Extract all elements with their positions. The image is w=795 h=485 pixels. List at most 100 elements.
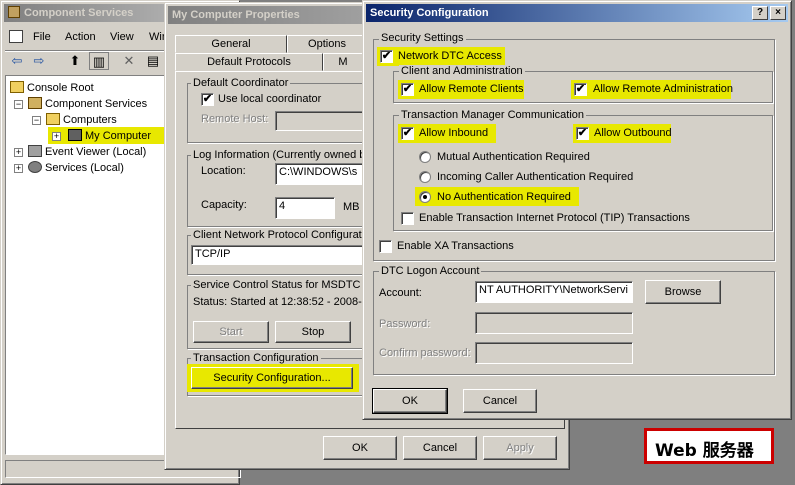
network-dtc-access-label: Network DTC Access bbox=[398, 50, 502, 62]
client-admin-label: Client and Administration bbox=[399, 65, 525, 77]
forward-arrow-icon[interactable]: ⇨ bbox=[29, 52, 49, 70]
tab-options[interactable]: Options bbox=[287, 35, 367, 53]
tree-label: Event Viewer (Local) bbox=[45, 146, 147, 158]
folder-icon bbox=[10, 81, 24, 93]
expand-icon[interactable]: + bbox=[14, 164, 23, 173]
props-cancel-button[interactable]: Cancel bbox=[403, 436, 477, 460]
tab-default-protocols[interactable]: Default Protocols bbox=[175, 53, 323, 71]
stop-button[interactable]: Stop bbox=[275, 321, 351, 343]
security-configuration-dialog: Security Configuration ? × Security Sett… bbox=[362, 0, 792, 420]
security-settings-label: Security Settings bbox=[379, 32, 466, 44]
password-field[interactable] bbox=[475, 312, 633, 334]
enable-tip-label: Enable Transaction Internet Protocol (TI… bbox=[419, 212, 690, 224]
props-title: My Computer Properties bbox=[172, 9, 300, 21]
incoming-caller-auth-radio[interactable] bbox=[419, 171, 431, 183]
use-local-coordinator-label: Use local coordinator bbox=[218, 93, 322, 105]
component-services-icon bbox=[28, 97, 42, 109]
security-title-bar[interactable]: Security Configuration ? × bbox=[366, 4, 788, 22]
console-icon[interactable] bbox=[9, 30, 23, 43]
open-folder-icon bbox=[46, 113, 60, 125]
client-network-label: Client Network Protocol Configurati bbox=[191, 229, 367, 241]
event-viewer-icon bbox=[28, 145, 42, 157]
tree-item-event-viewer[interactable]: Event Viewer (Local) bbox=[28, 145, 146, 159]
allow-remote-clients-label: Allow Remote Clients bbox=[419, 83, 524, 95]
web-server-callout: Web 服务器 bbox=[644, 428, 774, 464]
menu-file[interactable]: File bbox=[33, 31, 51, 43]
back-arrow-icon[interactable]: ⇦ bbox=[7, 52, 27, 70]
service-status-text: Status: Started at 12:38:52 - 2008-1 bbox=[193, 296, 368, 308]
capacity-unit-label: MB bbox=[343, 201, 360, 213]
close-icon[interactable]: × bbox=[770, 6, 786, 20]
allow-inbound-checkbox[interactable]: ✔ bbox=[401, 127, 414, 140]
allow-inbound-label: Allow Inbound bbox=[419, 127, 489, 139]
account-field[interactable]: NT AUTHORITY\NetworkServi bbox=[475, 281, 633, 303]
confirm-password-label: Confirm password: bbox=[379, 347, 471, 359]
tree-label: My Computer bbox=[85, 130, 152, 142]
up-folder-icon[interactable]: ⬆ bbox=[65, 52, 85, 70]
allow-remote-clients-checkbox[interactable]: ✔ bbox=[401, 83, 414, 96]
expand-icon[interactable]: + bbox=[14, 148, 23, 157]
no-auth-label: No Authentication Required bbox=[437, 191, 571, 203]
remote-host-label: Remote Host: bbox=[201, 113, 269, 125]
tree-item-services[interactable]: Services (Local) bbox=[28, 161, 124, 175]
capacity-label: Capacity: bbox=[201, 199, 247, 211]
enable-xa-label: Enable XA Transactions bbox=[397, 240, 514, 252]
location-field[interactable]: C:\WINDOWS\s bbox=[275, 163, 365, 185]
dtc-logon-label: DTC Logon Account bbox=[379, 265, 482, 277]
tab-msdtc[interactable]: M bbox=[323, 53, 363, 71]
enable-xa-checkbox[interactable] bbox=[379, 240, 392, 253]
tm-communication-label: Transaction Manager Communication bbox=[399, 109, 587, 121]
allow-outbound-label: Allow Outbound bbox=[594, 127, 672, 139]
transaction-config-label: Transaction Configuration bbox=[191, 352, 321, 364]
gears-icon bbox=[28, 161, 42, 173]
tree-label: Computers bbox=[63, 114, 117, 126]
tree-label: Component Services bbox=[45, 98, 148, 110]
confirm-password-field[interactable] bbox=[475, 342, 633, 364]
tree-item-computers[interactable]: Computers bbox=[46, 113, 117, 127]
security-ok-button[interactable]: OK bbox=[372, 388, 448, 414]
log-info-label: Log Information (Currently owned by bbox=[191, 149, 373, 161]
account-label: Account: bbox=[379, 287, 422, 299]
component-services-app-icon bbox=[8, 6, 20, 18]
use-local-coordinator-checkbox[interactable]: ✔ bbox=[201, 93, 214, 106]
collapse-icon[interactable]: − bbox=[14, 100, 23, 109]
remote-host-field[interactable] bbox=[275, 111, 365, 131]
show-hide-tree-icon[interactable]: ▥ bbox=[89, 52, 109, 70]
computer-icon bbox=[68, 129, 82, 141]
client-network-protocol-field[interactable]: TCP/IP bbox=[191, 245, 365, 265]
security-cancel-button[interactable]: Cancel bbox=[463, 389, 537, 413]
mutual-auth-radio[interactable] bbox=[419, 151, 431, 163]
web-server-callout-text: Web 服务器 bbox=[655, 441, 754, 461]
delete-icon[interactable]: ✕ bbox=[119, 52, 139, 70]
allow-remote-administration-label: Allow Remote Administration bbox=[593, 83, 734, 95]
no-auth-radio[interactable] bbox=[419, 191, 431, 203]
service-control-label: Service Control Status for MSDTC bbox=[191, 279, 363, 291]
default-coordinator-label: Default Coordinator bbox=[191, 77, 291, 89]
location-label: Location: bbox=[201, 165, 246, 177]
security-configuration-button[interactable]: Security Configuration... bbox=[191, 367, 353, 389]
allow-remote-administration-checkbox[interactable]: ✔ bbox=[574, 83, 587, 96]
browse-button[interactable]: Browse bbox=[645, 280, 721, 304]
tree-item-component-services[interactable]: Component Services bbox=[28, 97, 147, 111]
enable-tip-checkbox[interactable] bbox=[401, 212, 414, 225]
properties-icon[interactable]: ▤ bbox=[143, 52, 163, 70]
network-dtc-access-checkbox[interactable]: ✔ bbox=[380, 50, 393, 63]
tab-general[interactable]: General bbox=[175, 35, 287, 53]
capacity-field[interactable]: 4 bbox=[275, 197, 335, 219]
mutual-auth-label: Mutual Authentication Required bbox=[437, 151, 590, 163]
props-apply-button[interactable]: Apply bbox=[483, 436, 557, 460]
collapse-icon[interactable]: − bbox=[32, 116, 41, 125]
menu-action[interactable]: Action bbox=[65, 31, 96, 43]
menu-view[interactable]: View bbox=[110, 31, 134, 43]
tree-item-my-computer[interactable]: My Computer bbox=[68, 129, 151, 143]
tree-item-console-root[interactable]: Console Root bbox=[10, 81, 94, 95]
props-ok-button[interactable]: OK bbox=[323, 436, 397, 460]
help-icon[interactable]: ? bbox=[752, 6, 768, 20]
security-title: Security Configuration bbox=[370, 7, 489, 19]
tree-label: Console Root bbox=[27, 82, 94, 94]
incoming-caller-auth-label: Incoming Caller Authentication Required bbox=[437, 171, 634, 183]
expand-icon[interactable]: + bbox=[52, 132, 61, 141]
allow-outbound-checkbox[interactable]: ✔ bbox=[576, 127, 589, 140]
start-button[interactable]: Start bbox=[193, 321, 269, 343]
tree-label: Services (Local) bbox=[45, 162, 124, 174]
